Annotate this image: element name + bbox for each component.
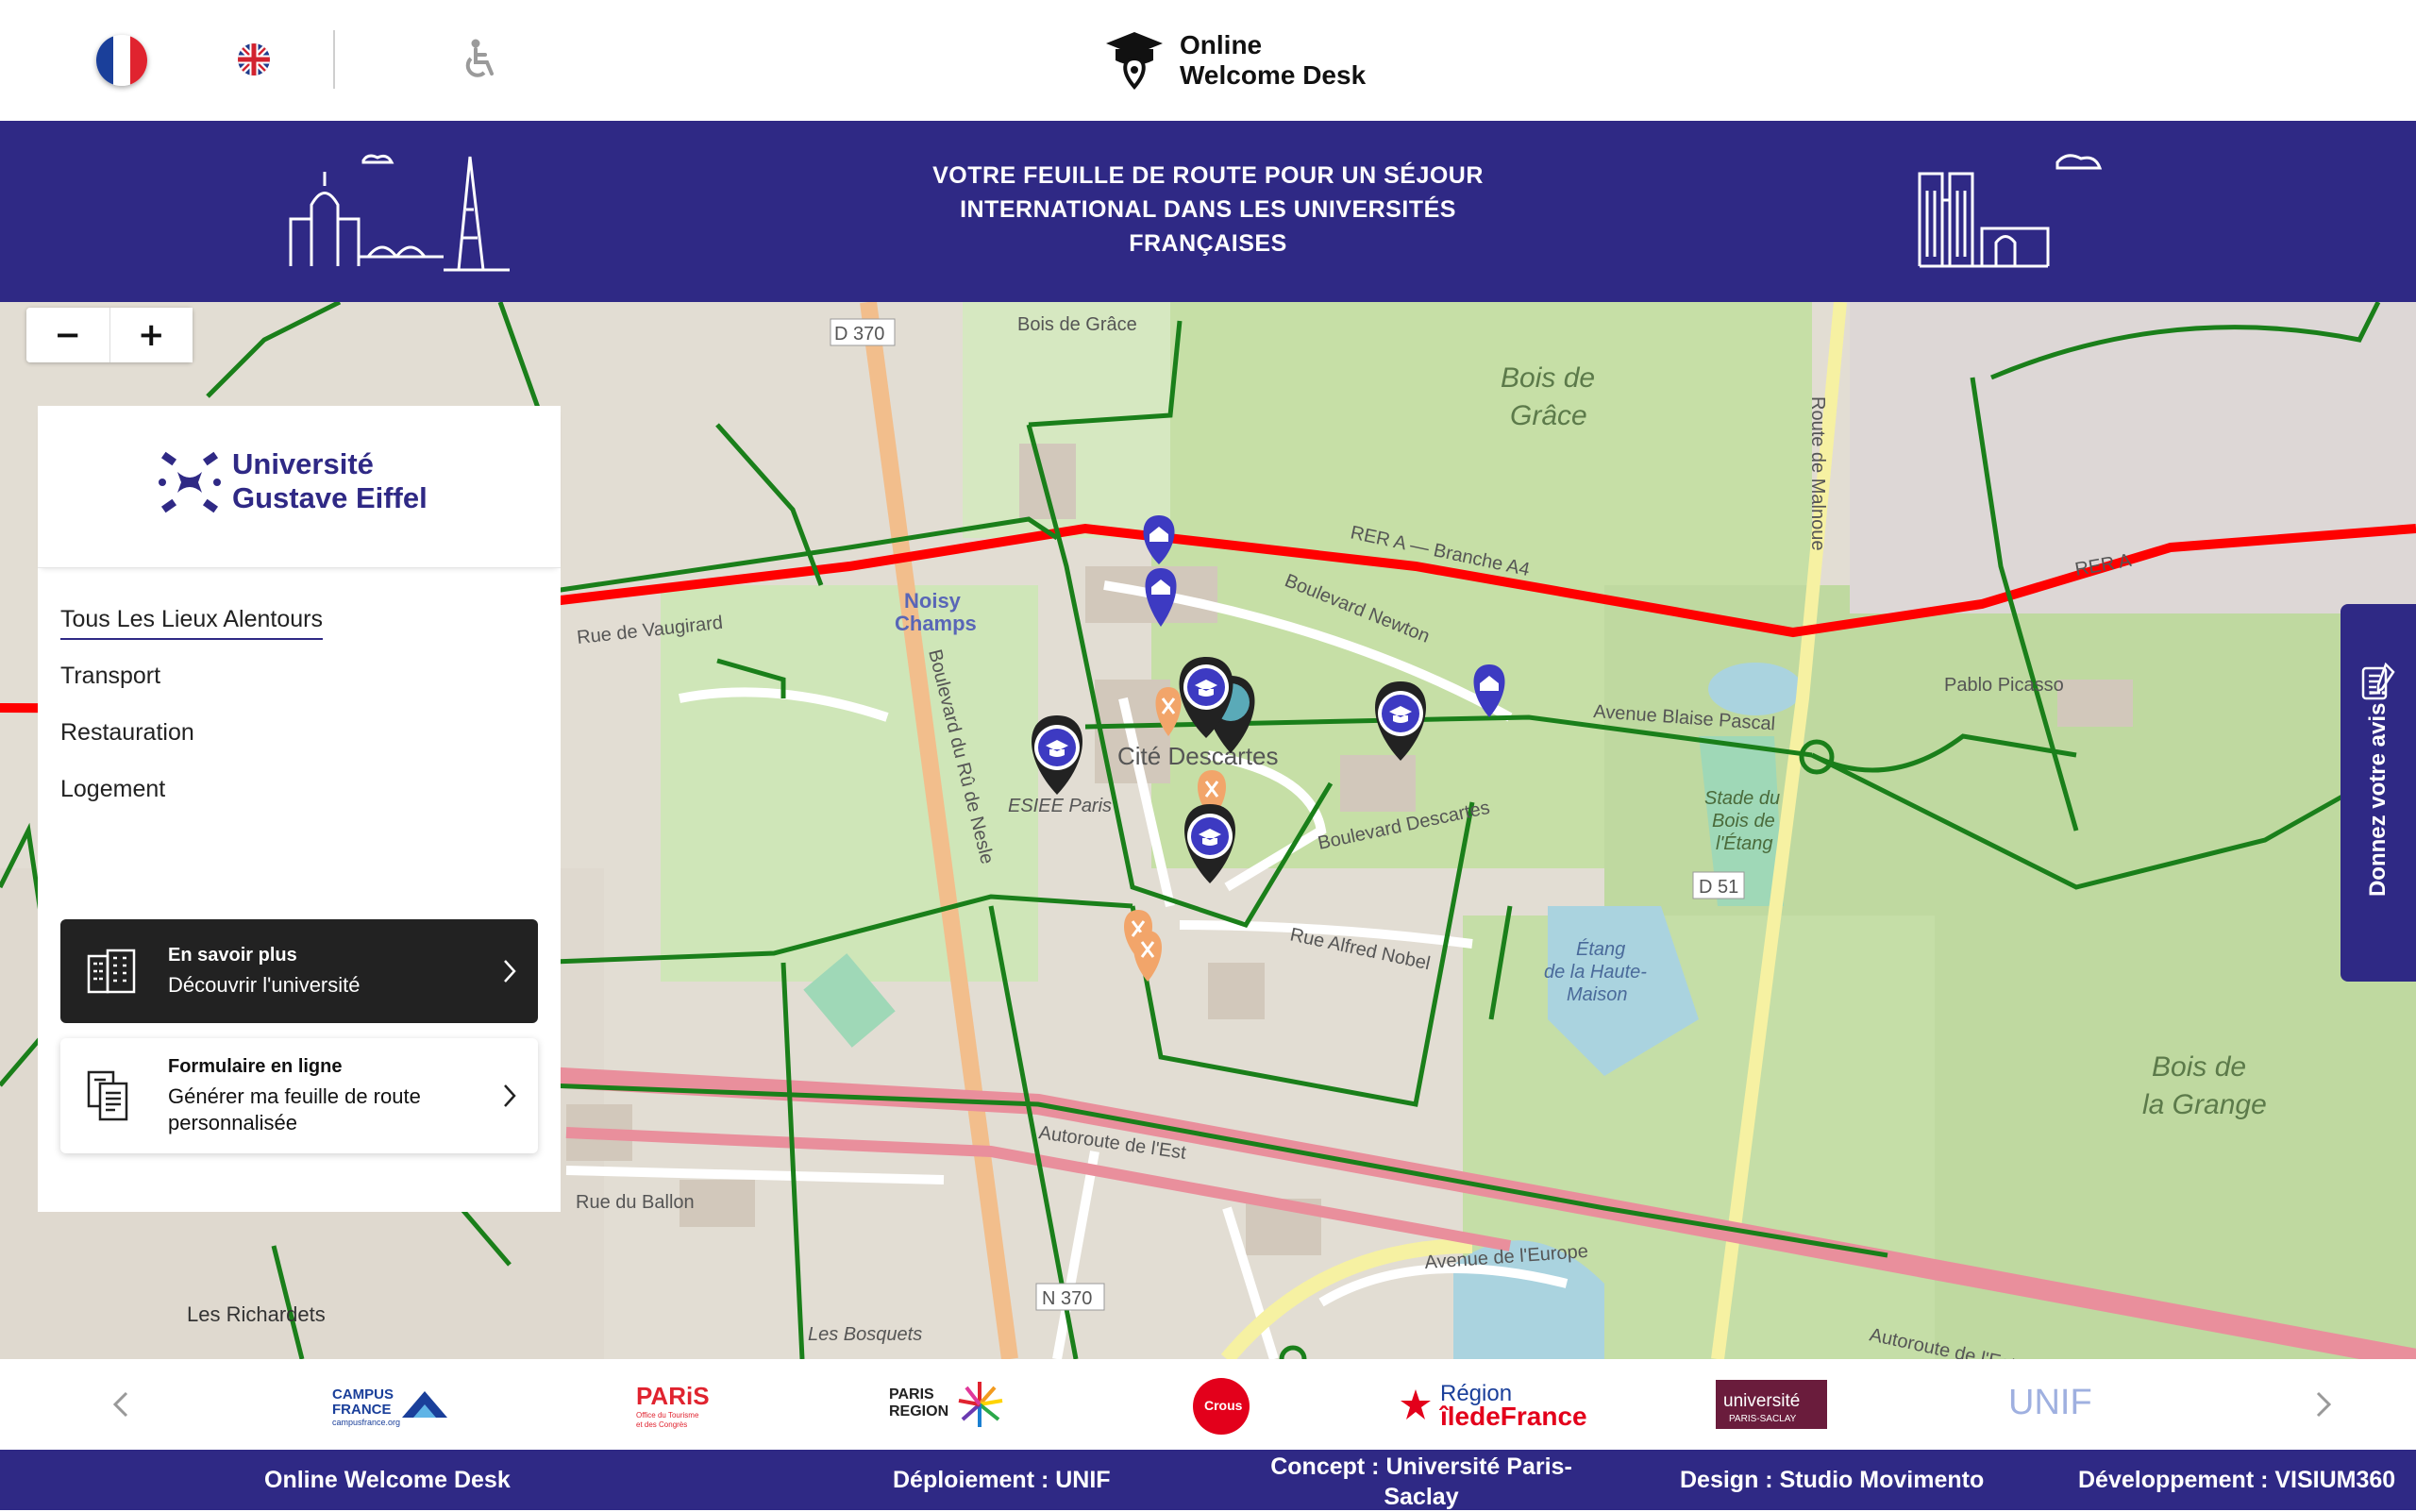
chevron-right-icon [504,1084,516,1107]
card-title: Formulaire en ligne [168,1055,343,1077]
svg-text:îledeFrance: îledeFrance [1438,1402,1587,1431]
footer-item: Déploiement : UNIF [893,1467,1111,1493]
footer-item: Design : Studio Movimento [1680,1467,1985,1493]
banner-title: VOTRE FEUILLE DE ROUTE POUR UN SÉJOUR IN… [932,162,1484,257]
menu-item-restauration[interactable]: Restauration [60,714,323,770]
partner-logo-campus-france[interactable]: CAMPUS FRANCE campusfrance.org [330,1378,462,1431]
footer-item: Concept : Université Paris- Saclay [1270,1453,1572,1510]
map-label: Maison [1567,984,1627,1005]
map-label: Les Bosquets [808,1324,922,1345]
svg-text:Crous: Crous [1204,1398,1243,1413]
map-label: Rue du Ballon [576,1192,695,1213]
chevron-right-icon [504,960,516,983]
university-name-line1: Université [232,447,374,480]
logo-line1: Online [1180,30,1263,59]
graduation-pin-icon [1106,32,1163,91]
university-name-line2: Gustave Eiffel [232,481,428,514]
map-label: l'Étang [1716,832,1773,854]
svg-text:FRANCE: FRANCE [332,1402,392,1418]
partner-logo-region-idf[interactable]: Région îledeFrance [1399,1378,1597,1431]
svg-text:Office du Tourisme: Office du Tourisme [636,1411,699,1420]
svg-text:PARIS: PARIS [889,1386,934,1403]
map-label: N 370 [1042,1288,1092,1309]
card-text: Générer ma feuille de route personnalisé… [168,1084,421,1134]
zoom-in-button[interactable]: + [109,308,193,362]
partner-logo-paris[interactable]: PARiS Office du Tourisme et des Congrès [632,1378,717,1431]
map-label: Champs [895,612,977,635]
map-label: Les Richardets [187,1302,326,1326]
svg-text:et des Congrès: et des Congrès [636,1420,687,1429]
svg-text:CAMPUS: CAMPUS [332,1386,394,1403]
map-label: Noisy [904,589,962,613]
feedback-tab[interactable]: Donnez votre avis ! [2340,604,2416,982]
divider [333,30,335,89]
logo-line2: Welcome Desk [1180,60,1367,90]
map-label: Route de Malnoue [1807,396,1828,550]
form-icon [87,1070,128,1121]
map-label: Stade du [1704,788,1780,809]
partner-logo-crous[interactable]: Crous [1191,1378,1251,1435]
top-bar: Online Welcome Desk [0,0,2416,121]
map-label: D 370 [834,324,884,344]
university-emblem-icon [159,451,221,513]
map-label: la Grange [2142,1089,2267,1120]
paris-skyline-icon [289,154,510,272]
map-label: Étang [1576,938,1625,960]
carousel-next-icon[interactable] [2303,1386,2340,1423]
map-label: Bois de [1712,811,1775,832]
map-label: Grâce [1510,400,1587,431]
partner-logo-unif[interactable]: UNIF [2006,1378,2092,1431]
category-menu: Tous Les Lieux Alentours Transport Resta… [60,600,323,827]
partner-logo-paris-saclay[interactable]: université PARIS-SACLAY [1716,1378,1827,1431]
map-label: de la Haute- [1544,962,1647,983]
footer: Online Welcome Desk Déploiement : UNIF C… [0,1450,2416,1510]
map-label: Bois de [1501,362,1595,394]
footer-item: Développement : VISIUM360 [2078,1467,2396,1493]
hero-banner: VOTRE FEUILLE DE ROUTE POUR UN SÉJOUR IN… [0,121,2416,302]
university-logo: Université Gustave Eiffel [38,406,561,568]
map-label: Pablo Picasso [1944,675,2064,696]
carousel-prev-icon[interactable] [104,1386,142,1423]
app-logo[interactable]: Online Welcome Desk [1104,28,1368,92]
map-label: Bois de [2152,1051,2246,1083]
menu-item-logement[interactable]: Logement [60,770,323,827]
discover-university-button[interactable]: En savoir plus Découvrir l'université [60,919,538,1023]
svg-text:PARIS-SACLAY: PARIS-SACLAY [1729,1414,1797,1424]
accessibility-icon[interactable] [461,38,498,81]
side-panel: Université Gustave Eiffel Tous Les Lieux… [38,406,561,1212]
generate-roadmap-button[interactable]: Formulaire en ligne Générer ma feuille d… [60,1038,538,1153]
svg-text:UNIF: UNIF [2008,1383,2091,1422]
map-label: Bois de Grâce [1017,314,1137,335]
zoom-controls: − + [26,308,193,362]
map-label: Cité Descartes [1117,742,1279,770]
partner-logo-paris-region[interactable]: PARIS REGION [885,1378,1008,1431]
zoom-out-button[interactable]: − [26,308,110,362]
menu-item-transport[interactable]: Transport [60,657,323,714]
partners-carousel: CAMPUS FRANCE campusfrance.org PARiS Off… [0,1359,2416,1450]
flag-uk-icon[interactable] [238,43,270,76]
footer-item: Online Welcome Desk [264,1467,511,1493]
flag-fr-icon[interactable] [96,35,147,86]
svg-text:PARiS: PARiS [636,1382,710,1410]
map-label: D 51 [1699,877,1738,898]
building-icon [87,949,136,994]
svg-text:université: université [1723,1391,1800,1411]
menu-item-all[interactable]: Tous Les Lieux Alentours [60,600,323,640]
svg-text:REGION: REGION [889,1403,948,1420]
card-title: En savoir plus [168,944,297,966]
map-label: ESIEE Paris [1008,796,1112,816]
svg-text:campusfrance.org: campusfrance.org [332,1418,400,1427]
notre-dame-icon [1918,154,2103,268]
feedback-label: Donnez votre avis ! [2365,688,2391,898]
card-text: Découvrir l'université [168,972,361,997]
